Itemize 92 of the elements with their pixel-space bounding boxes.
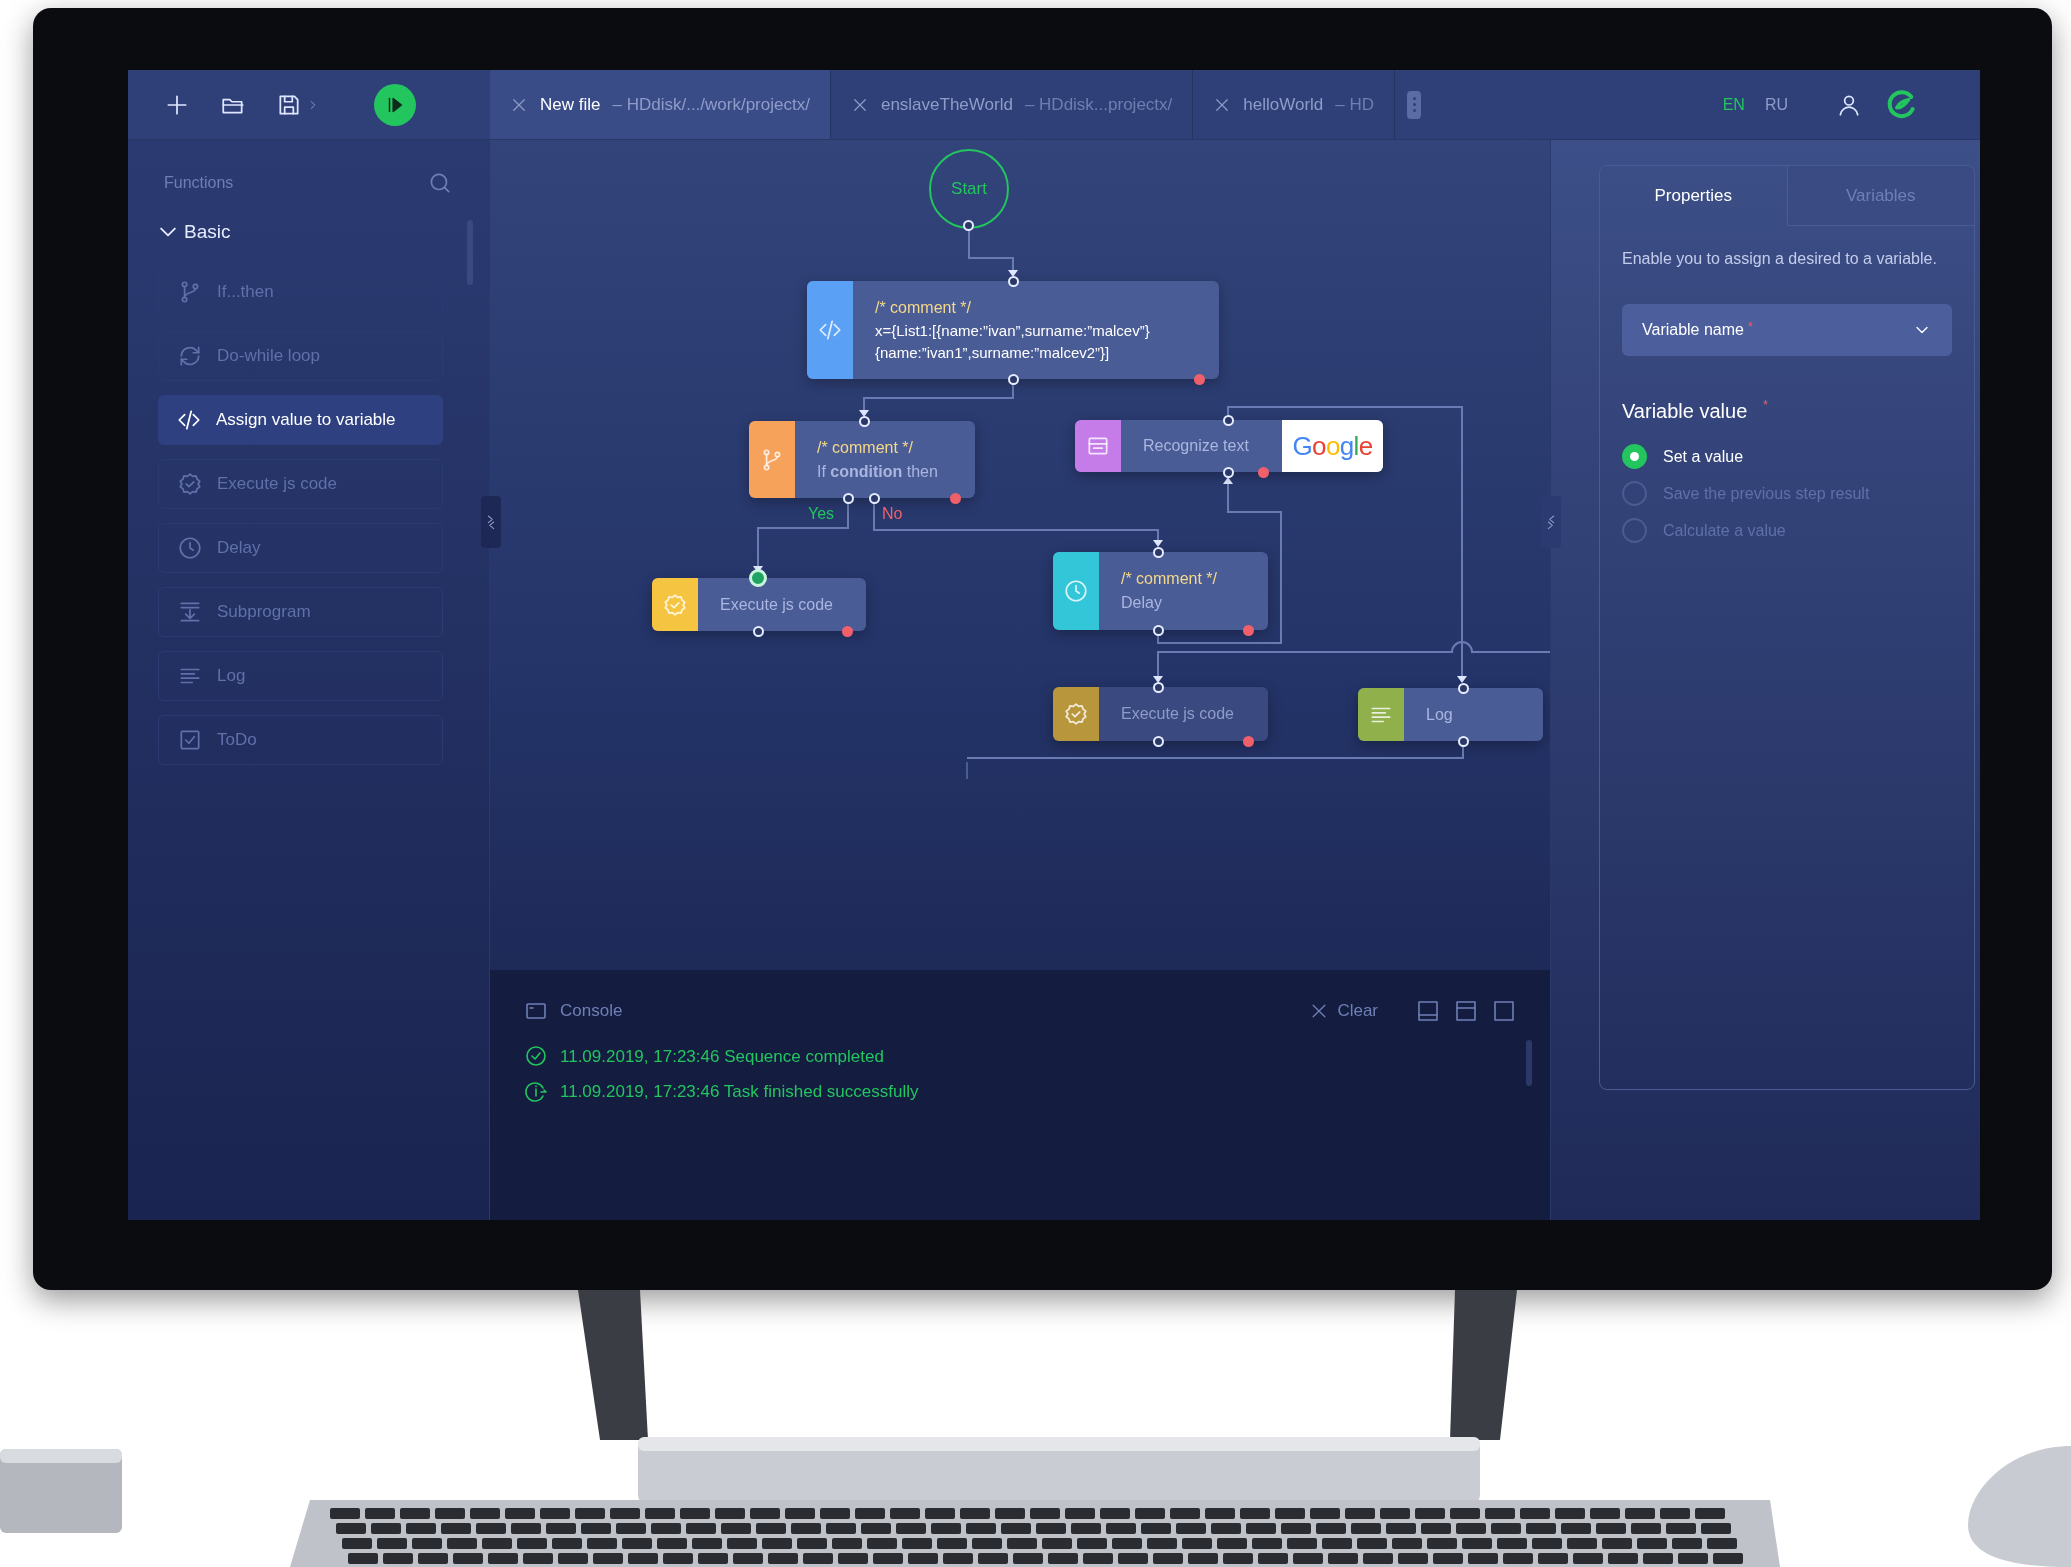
error-port[interactable]: [1243, 625, 1254, 636]
connection-port[interactable]: [1457, 682, 1469, 694]
function-item[interactable]: Execute js code: [158, 458, 443, 509]
function-item[interactable]: Subprogram: [158, 586, 443, 637]
connection-port[interactable]: [1222, 466, 1234, 478]
flow-node[interactable]: /* comment */ If condition then: [749, 421, 975, 498]
node-comment: /* comment */: [875, 298, 973, 318]
description-text: Enable you to assign a desired to a variable.: [1622, 249, 1938, 269]
node-text: x={List1:[{name:”ivan”,surname:”malcev”} {name:”ivan1”,surname:”malcev2”}]: [875, 321, 1151, 363]
split-button[interactable]: [1454, 998, 1478, 1023]
console-title: Console: [560, 1000, 623, 1022]
check-circle-icon: [524, 1044, 548, 1069]
arrow-head-icon: [1223, 477, 1233, 484]
connection-port[interactable]: [1222, 414, 1234, 426]
error-port[interactable]: [950, 493, 961, 504]
required-mark: *: [1763, 397, 1768, 414]
connection-port[interactable]: [749, 569, 767, 587]
connection-port[interactable]: [1007, 373, 1019, 385]
scrollbar-thumb[interactable]: [1526, 1040, 1532, 1086]
radio-option[interactable]: Set a value: [1622, 444, 1952, 469]
function-item[interactable]: Delay: [158, 522, 443, 573]
connector-line: [968, 229, 1014, 273]
radio-button[interactable]: [1622, 518, 1647, 543]
field-label: Variable value: [1622, 399, 1748, 424]
radio-button[interactable]: [1622, 481, 1647, 506]
node-text: Execute js code: [1121, 704, 1235, 724]
function-item[interactable]: Log: [158, 650, 443, 701]
required-mark: *: [1748, 319, 1753, 336]
console-message: 11.09.2019, 17:23:46 Sequence completed: [560, 1045, 884, 1068]
flow-node[interactable]: Recognize text Google: [1075, 420, 1383, 472]
run-button[interactable]: [374, 83, 416, 126]
sidebar-title: Functions: [164, 173, 234, 193]
panel-split-icon: [1454, 998, 1478, 1023]
node-text: If condition then: [817, 461, 939, 482]
panel-bottom-icon: [1416, 998, 1440, 1023]
google-logo: Google: [1282, 420, 1383, 472]
group-header[interactable]: Basic: [128, 218, 231, 247]
panel-tab[interactable]: Properties: [1600, 166, 1787, 226]
dock-bottom-button[interactable]: [1416, 998, 1440, 1023]
connection-port[interactable]: [1152, 735, 1164, 747]
connection-port[interactable]: [1007, 275, 1019, 287]
connection-port[interactable]: [963, 220, 974, 231]
error-port[interactable]: [842, 626, 853, 637]
app-logo-icon: [1886, 88, 1918, 121]
arrow-head-icon: [1008, 270, 1018, 277]
info-arrow-icon: [524, 1079, 548, 1104]
connection-port[interactable]: [858, 415, 870, 427]
radio-button[interactable]: [1622, 444, 1647, 469]
flow-node[interactable]: Execute js code: [652, 578, 866, 631]
function-item[interactable]: Do-while loop: [158, 330, 443, 381]
console-message: 11.09.2019, 17:23:46 Task finished successfully: [560, 1081, 919, 1103]
branch-label: No: [882, 504, 903, 524]
language-option[interactable]: RU: [1764, 92, 1788, 117]
square-icon: [1492, 998, 1516, 1023]
branch-label: Yes: [808, 504, 835, 524]
language-option[interactable]: EN: [1722, 92, 1745, 117]
connector-line: [966, 761, 968, 780]
arrow-head-icon: [859, 410, 869, 417]
flow-node[interactable]: Log: [1358, 688, 1543, 741]
arrow-head-icon: [1457, 676, 1467, 683]
chevron-down-icon: [160, 227, 176, 238]
node-comment: /* comment */: [1121, 569, 1219, 589]
arrow-head-icon: [1153, 676, 1163, 683]
connection-port[interactable]: [1457, 735, 1469, 747]
connection-port[interactable]: [868, 492, 880, 504]
function-item[interactable]: If...then: [158, 266, 443, 317]
node-text: Delay: [1121, 593, 1163, 613]
connection-port[interactable]: [752, 625, 764, 637]
node-comment: /* comment */: [817, 437, 915, 458]
badge-check-icon: [1063, 701, 1089, 727]
clock-icon: [1063, 578, 1089, 604]
connection-port[interactable]: [842, 492, 854, 504]
connection-port[interactable]: [1152, 546, 1164, 558]
maximize-button[interactable]: [1492, 998, 1516, 1023]
node-text: Execute js code: [720, 594, 834, 615]
clear-button[interactable]: Clear: [1309, 998, 1378, 1024]
file-tab[interactable]: New file – HDdisk/.../work/projectx/: [490, 70, 831, 139]
function-item[interactable]: ToDo: [158, 714, 443, 765]
error-port[interactable]: [1194, 374, 1205, 385]
flow-node[interactable]: /* comment */ Delay: [1053, 552, 1268, 630]
clock-icon: [177, 534, 203, 561]
error-port[interactable]: [1243, 736, 1254, 747]
error-port[interactable]: [1258, 467, 1269, 478]
arrow-head-icon: [1153, 540, 1163, 547]
collapse-handle[interactable]: [1541, 496, 1561, 548]
flow-node[interactable]: /* comment */ x={List1:[{name:”ivan”,surname:”malcev”} {name:”ivan1”,surname:”malcev2”}]: [807, 281, 1219, 379]
collapse-handle[interactable]: [481, 496, 501, 548]
connection-port[interactable]: [1152, 624, 1164, 636]
node-text: Log: [1426, 704, 1454, 725]
variable-name-select[interactable]: Variable name *: [1622, 304, 1952, 356]
node-text: Recognize text: [1143, 436, 1250, 456]
function-item[interactable]: Assign value to variable: [158, 394, 443, 445]
